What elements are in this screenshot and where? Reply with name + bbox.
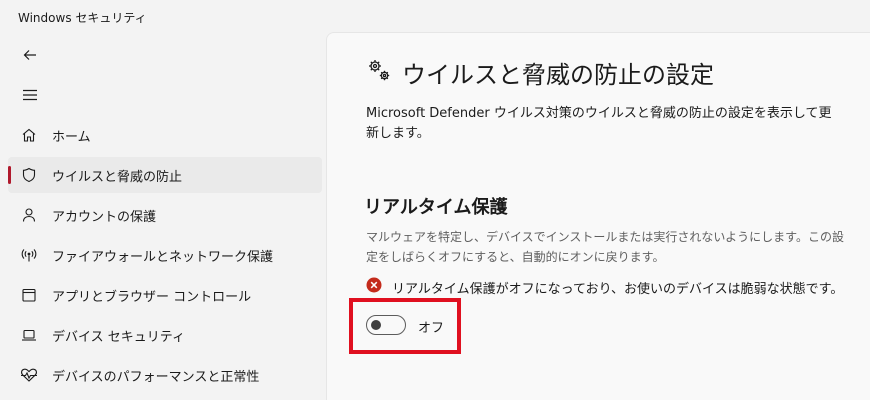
sidebar-item-label: アカウントの保護 xyxy=(52,209,157,225)
sidebar-item-label: アプリとブラウザー コントロール xyxy=(52,289,252,305)
sidebar-item-home[interactable]: ホーム xyxy=(8,117,322,153)
real-time-protection-toggle[interactable] xyxy=(366,315,406,335)
laptop-icon xyxy=(20,326,38,344)
page-title: ウイルスと脅威の防止の設定 xyxy=(402,60,714,89)
warning-message: リアルタイム保護がオフになっており、お使いのデバイスは脆弱な状態です。 xyxy=(366,277,843,297)
hamburger-menu-icon xyxy=(23,89,37,101)
sidebar-item-firewall-network[interactable]: ファイアウォールとネットワーク保護 xyxy=(8,237,322,273)
wireless-antenna-icon xyxy=(20,246,38,264)
section-description: マルウェアを特定し、デバイスでインストールまたは実行されないようにします。この設… xyxy=(366,230,844,264)
heart-pulse-icon xyxy=(20,366,38,384)
sidebar-item-device-security[interactable]: デバイス セキュリティ xyxy=(8,317,322,353)
sidebar-item-virus-threat-protection[interactable]: ウイルスと脅威の防止 xyxy=(8,157,322,193)
sidebar-item-label: ホーム xyxy=(52,129,91,145)
app-window-icon xyxy=(20,286,38,304)
sidebar-item-label: ファイアウォールとネットワーク保護 xyxy=(52,249,274,265)
sidebar-item-label: デバイスのパフォーマンスと正常性 xyxy=(52,369,260,385)
sidebar-item-app-browser-control[interactable]: アプリとブラウザー コントロール xyxy=(8,277,322,313)
page-heading: ウイルスと脅威の防止の設定 xyxy=(366,54,714,90)
section-title: リアルタイム保護 xyxy=(364,197,508,218)
back-arrow-icon xyxy=(23,50,36,60)
toggle-knob xyxy=(371,320,381,330)
warning-text: リアルタイム保護がオフになっており、お使いのデバイスは脆弱な状態です。 xyxy=(392,281,844,297)
back-button[interactable] xyxy=(14,41,46,69)
person-icon xyxy=(20,206,38,224)
menu-button[interactable] xyxy=(14,81,46,109)
sidebar-item-label: デバイス セキュリティ xyxy=(52,329,185,345)
sidebar-item-account-protection[interactable]: アカウントの保護 xyxy=(8,197,322,233)
shield-icon xyxy=(20,166,38,184)
error-circle-icon xyxy=(366,277,382,297)
sidebar-item-label: ウイルスと脅威の防止 xyxy=(52,169,183,185)
gears-icon xyxy=(366,57,392,87)
home-icon xyxy=(20,126,38,144)
sidebar-item-device-performance-health[interactable]: デバイスのパフォーマンスと正常性 xyxy=(8,357,322,393)
page-description: Microsoft Defender ウイルス対策のウイルスと脅威の防止の設定を… xyxy=(366,106,832,141)
window-title: Windows セキュリティ xyxy=(18,11,147,25)
toggle-state-label: オフ xyxy=(418,321,445,336)
active-indicator xyxy=(8,166,11,184)
